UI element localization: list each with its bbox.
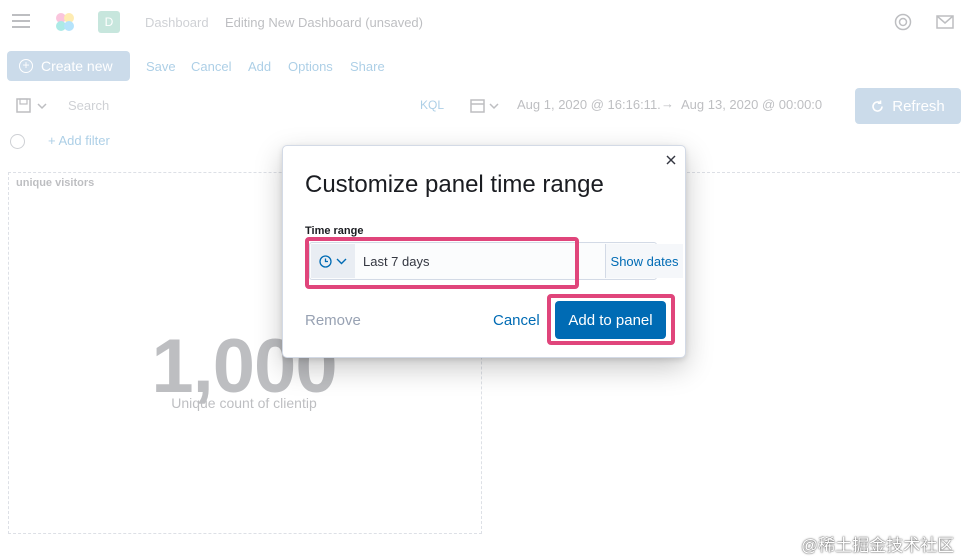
cancel-button[interactable]: Cancel [493, 312, 540, 329]
plus-circle-icon: + [19, 59, 33, 73]
refresh-label: Refresh [892, 97, 945, 115]
filter-icon[interactable] [10, 134, 25, 149]
chevron-down-icon [336, 258, 347, 264]
cancel-link[interactable]: Cancel [191, 59, 231, 74]
refresh-button[interactable]: Refresh [855, 88, 961, 124]
save-link[interactable]: Save [146, 59, 176, 74]
watermark-text: @稀土掘金技术社区 [801, 536, 955, 555]
query-bar: Search KQL Aug 1, 2020 @ 16:16:11. → Aug… [0, 88, 968, 124]
create-new-label: Create new [41, 58, 113, 74]
date-arrow: → [661, 96, 674, 111]
options-link[interactable]: Options [288, 59, 333, 74]
add-filter-link[interactable]: + Add filter [48, 133, 110, 148]
end-date[interactable]: Aug 13, 2020 @ 00:00:0 [681, 97, 822, 112]
refresh-icon [872, 100, 884, 112]
time-range-value[interactable]: Last 7 days [363, 254, 430, 269]
share-link[interactable]: Share [350, 59, 385, 74]
menu-icon[interactable] [12, 14, 30, 28]
saved-query-icon[interactable] [16, 98, 50, 114]
remove-button[interactable]: Remove [305, 312, 361, 329]
dashboard-toolbar: + Create new Save Cancel Add Options Sha… [0, 50, 968, 82]
breadcrumb-dashboard[interactable]: Dashboard [145, 15, 209, 30]
show-dates-button[interactable]: Show dates [605, 244, 683, 278]
add-link[interactable]: Add [248, 59, 271, 74]
mail-icon[interactable] [936, 14, 954, 30]
time-range-label: Time range [305, 225, 364, 237]
modal-title: Customize panel time range [305, 171, 604, 198]
quick-select-button[interactable] [311, 244, 355, 278]
help-icon[interactable] [894, 13, 912, 31]
panel-title: unique visitors [16, 177, 95, 189]
top-header: D Dashboard Editing New Dashboard (unsav… [0, 0, 968, 44]
space-avatar[interactable]: D [98, 11, 120, 33]
metric-label: Unique count of clientip [171, 395, 317, 411]
breadcrumb-current: Editing New Dashboard (unsaved) [225, 15, 423, 30]
search-input[interactable]: Search [68, 98, 109, 113]
start-date[interactable]: Aug 1, 2020 @ 16:16:11. [517, 97, 661, 112]
customize-time-range-modal: Customize panel time range Time range La… [282, 145, 686, 358]
create-new-button[interactable]: + Create new [7, 51, 130, 81]
kql-toggle[interactable]: KQL [420, 98, 444, 112]
kibana-logo-icon[interactable] [54, 11, 76, 33]
calendar-icon[interactable] [470, 98, 502, 114]
time-range-picker: Last 7 days Show dates [309, 242, 683, 280]
add-to-panel-button[interactable]: Add to panel [555, 301, 666, 339]
close-icon[interactable] [663, 152, 679, 168]
clock-icon [319, 254, 332, 268]
